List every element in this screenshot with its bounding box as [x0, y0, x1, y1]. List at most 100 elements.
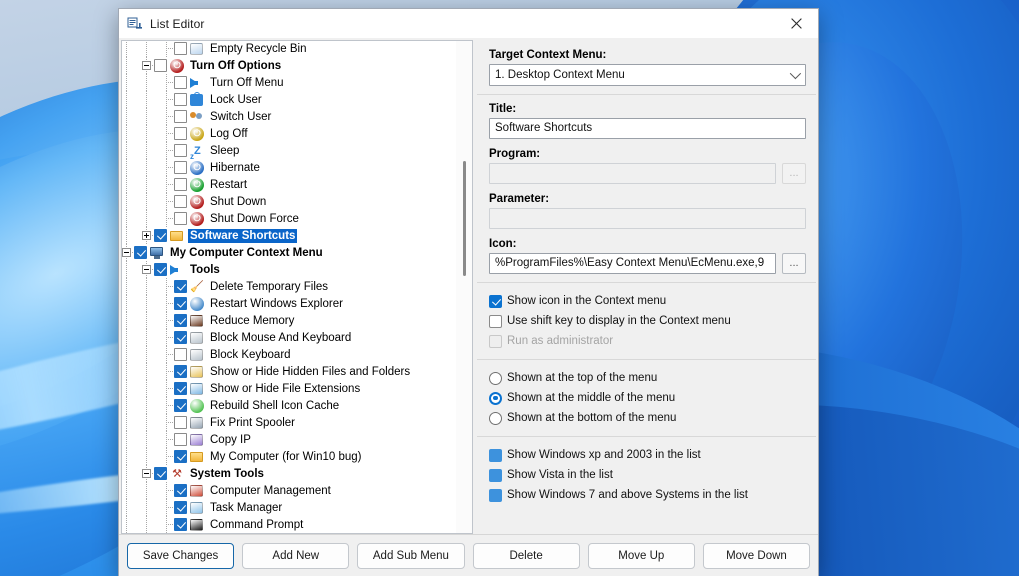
- tree-item[interactable]: Task Manager: [122, 499, 457, 516]
- add-new-button[interactable]: Add New: [242, 543, 349, 569]
- tree-item-checkbox[interactable]: [134, 246, 147, 259]
- tree-item-checkbox[interactable]: [174, 42, 187, 55]
- tree-item-checkbox[interactable]: [174, 450, 187, 463]
- collapse-icon[interactable]: [142, 265, 151, 274]
- tree-item-checkbox[interactable]: [174, 297, 187, 310]
- tree-item-checkbox[interactable]: [154, 263, 167, 276]
- tree-item[interactable]: zZSleep: [122, 142, 457, 159]
- tree-item[interactable]: Empty Recycle Bin: [122, 40, 457, 57]
- move-down-button[interactable]: Move Down: [703, 543, 810, 569]
- display-option-checkbox[interactable]: Show icon in the Context menu: [489, 291, 806, 311]
- tree-item-checkbox[interactable]: [174, 127, 187, 140]
- tree-item-checkbox[interactable]: [174, 280, 187, 293]
- tree-item[interactable]: Switch User: [122, 108, 457, 125]
- title-input[interactable]: Software Shortcuts: [489, 118, 806, 139]
- tree-item-checkbox[interactable]: [174, 161, 187, 174]
- tree-item[interactable]: Tools: [122, 261, 457, 278]
- tree-item-checkbox[interactable]: [174, 484, 187, 497]
- collapse-icon[interactable]: [122, 248, 131, 257]
- tree-item[interactable]: Fix Print Spooler: [122, 414, 457, 431]
- tree-item[interactable]: Software Shortcuts: [122, 227, 457, 244]
- tree-item[interactable]: Reduce Memory: [122, 312, 457, 329]
- tree-item[interactable]: 🧹Delete Temporary Files: [122, 278, 457, 295]
- radio-button[interactable]: [489, 372, 502, 385]
- move-up-button[interactable]: Move Up: [588, 543, 695, 569]
- tree-rows-container: Empty Recycle BinTurn Off OptionsTurn Of…: [122, 40, 457, 533]
- tree-connector-line: [166, 422, 174, 423]
- tree-scrollbar-thumb[interactable]: [463, 161, 466, 276]
- tree-item-checkbox[interactable]: [174, 195, 187, 208]
- tree-item[interactable]: Computer Management: [122, 482, 457, 499]
- icon-input[interactable]: %ProgramFiles%\Easy Context Menu\EcMenu.…: [489, 253, 776, 274]
- program-browse-button[interactable]: ...: [782, 163, 806, 184]
- system-filter-checkbox[interactable]: Show Windows xp and 2003 in the list: [489, 445, 806, 465]
- context-menu-tree[interactable]: Empty Recycle BinTurn Off OptionsTurn Of…: [121, 40, 473, 534]
- checkbox-box[interactable]: [489, 449, 502, 462]
- system-filter-checkbox[interactable]: Show Windows 7 and above Systems in the …: [489, 485, 806, 505]
- tree-item-checkbox[interactable]: [174, 212, 187, 225]
- save-changes-button[interactable]: Save Changes: [127, 543, 234, 569]
- tree-item-checkbox[interactable]: [154, 229, 167, 242]
- radio-button[interactable]: [489, 412, 502, 425]
- radio-button[interactable]: [489, 392, 502, 405]
- display-option-checkbox[interactable]: Use shift key to display in the Context …: [489, 311, 806, 331]
- tree-item[interactable]: Restart: [122, 176, 457, 193]
- tree-item-checkbox[interactable]: [174, 76, 187, 89]
- tree-item-checkbox[interactable]: [174, 501, 187, 514]
- tree-item-checkbox[interactable]: [174, 518, 187, 531]
- checkbox-box[interactable]: [489, 315, 502, 328]
- close-icon[interactable]: [774, 9, 818, 38]
- tree-item[interactable]: Log Off: [122, 125, 457, 142]
- tree-item[interactable]: Show or Hide File Extensions: [122, 380, 457, 397]
- expand-icon[interactable]: [142, 231, 151, 240]
- collapse-icon[interactable]: [142, 61, 151, 70]
- tree-item[interactable]: Rebuild Shell Icon Cache: [122, 397, 457, 414]
- checkbox-box[interactable]: [489, 489, 502, 502]
- tree-item[interactable]: My Computer Context Menu: [122, 244, 457, 261]
- tree-guide-line: [146, 482, 147, 499]
- tree-item[interactable]: Turn Off Options: [122, 57, 457, 74]
- tree-item[interactable]: ⚒System Tools: [122, 465, 457, 482]
- tree-item-checkbox[interactable]: [174, 144, 187, 157]
- program-input[interactable]: [489, 163, 776, 184]
- position-option-radio[interactable]: Shown at the bottom of the menu: [489, 408, 806, 428]
- tree-item-checkbox[interactable]: [174, 399, 187, 412]
- add-sub-menu-button[interactable]: Add Sub Menu: [357, 543, 464, 569]
- tree-item[interactable]: Block Mouse And Keyboard: [122, 329, 457, 346]
- tree-vertical-scrollbar[interactable]: [456, 41, 472, 533]
- tree-item[interactable]: My Computer (for Win10 bug): [122, 448, 457, 465]
- tree-item[interactable]: Turn Off Menu: [122, 74, 457, 91]
- checkbox-box[interactable]: [489, 295, 502, 308]
- icon-browse-button[interactable]: ...: [782, 253, 806, 274]
- tree-item-checkbox[interactable]: [174, 93, 187, 106]
- tree-item[interactable]: Lock User: [122, 91, 457, 108]
- position-option-radio[interactable]: Shown at the top of the menu: [489, 368, 806, 388]
- tree-item-checkbox[interactable]: [174, 416, 187, 429]
- tree-item[interactable]: Shut Down: [122, 193, 457, 210]
- parameter-input[interactable]: [489, 208, 806, 229]
- target-context-menu-select[interactable]: 1. Desktop Context Menu: [489, 64, 806, 86]
- tree-item[interactable]: Block Keyboard: [122, 346, 457, 363]
- tree-item-checkbox[interactable]: [154, 467, 167, 480]
- tree-item[interactable]: Command Prompt: [122, 516, 457, 533]
- delete-button[interactable]: Delete: [473, 543, 580, 569]
- tree-item-checkbox[interactable]: [174, 433, 187, 446]
- tree-item-checkbox[interactable]: [174, 331, 187, 344]
- tree-item-checkbox[interactable]: [174, 365, 187, 378]
- system-filter-checkbox[interactable]: Show Vista in the list: [489, 465, 806, 485]
- tree-item[interactable]: Copy IP: [122, 431, 457, 448]
- target-context-menu-value[interactable]: 1. Desktop Context Menu: [489, 64, 806, 86]
- tree-item[interactable]: Shut Down Force: [122, 210, 457, 227]
- tree-item-checkbox[interactable]: [154, 59, 167, 72]
- tree-item[interactable]: Show or Hide Hidden Files and Folders: [122, 363, 457, 380]
- position-option-radio[interactable]: Shown at the middle of the menu: [489, 388, 806, 408]
- tree-item[interactable]: Hibernate: [122, 159, 457, 176]
- tree-item-checkbox[interactable]: [174, 348, 187, 361]
- tree-item-checkbox[interactable]: [174, 382, 187, 395]
- tree-item-checkbox[interactable]: [174, 314, 187, 327]
- collapse-icon[interactable]: [142, 469, 151, 478]
- tree-item-checkbox[interactable]: [174, 110, 187, 123]
- tree-item[interactable]: Restart Windows Explorer: [122, 295, 457, 312]
- checkbox-box[interactable]: [489, 469, 502, 482]
- tree-item-checkbox[interactable]: [174, 178, 187, 191]
